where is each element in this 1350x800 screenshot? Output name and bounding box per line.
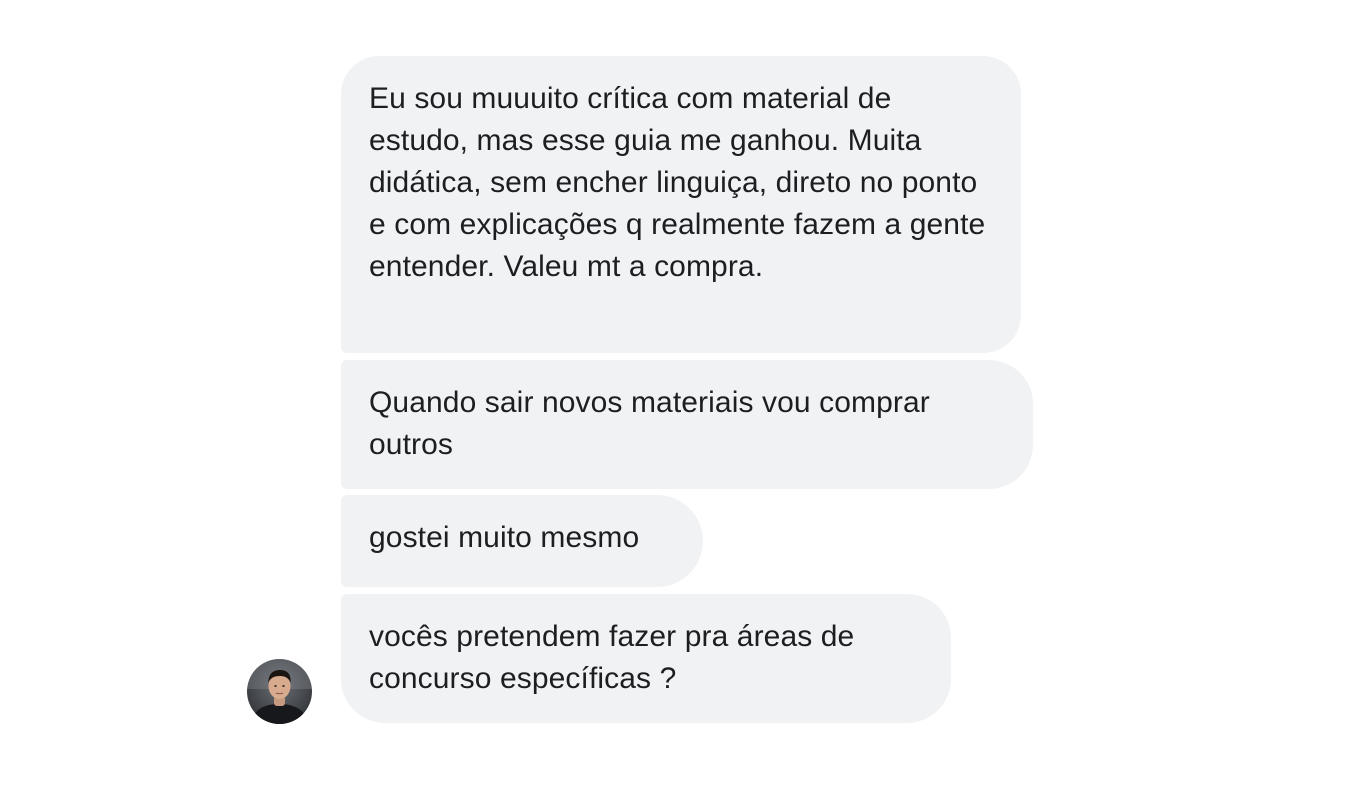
message-bubble[interactable]: vocês pretendem fazer pra áreas de concu…: [341, 594, 951, 723]
message-text: vocês pretendem fazer pra áreas de concu…: [369, 620, 855, 695]
message-bubble[interactable]: Eu sou muuuito crítica com material de e…: [341, 56, 1021, 353]
message-text: Quando sair novos materiais vou comprar …: [369, 386, 930, 461]
message-bubble[interactable]: gostei muito mesmo: [341, 495, 703, 587]
message-text: Eu sou muuuito crítica com material de e…: [369, 82, 986, 283]
message-bubble[interactable]: Quando sair novos materiais vou comprar …: [341, 360, 1033, 489]
message-text: gostei muito mesmo: [369, 521, 640, 554]
user-photo-avatar-icon: [247, 659, 312, 724]
message-thread: Eu sou muuuito crítica com material de e…: [0, 0, 1350, 800]
sender-avatar[interactable]: [247, 659, 312, 724]
